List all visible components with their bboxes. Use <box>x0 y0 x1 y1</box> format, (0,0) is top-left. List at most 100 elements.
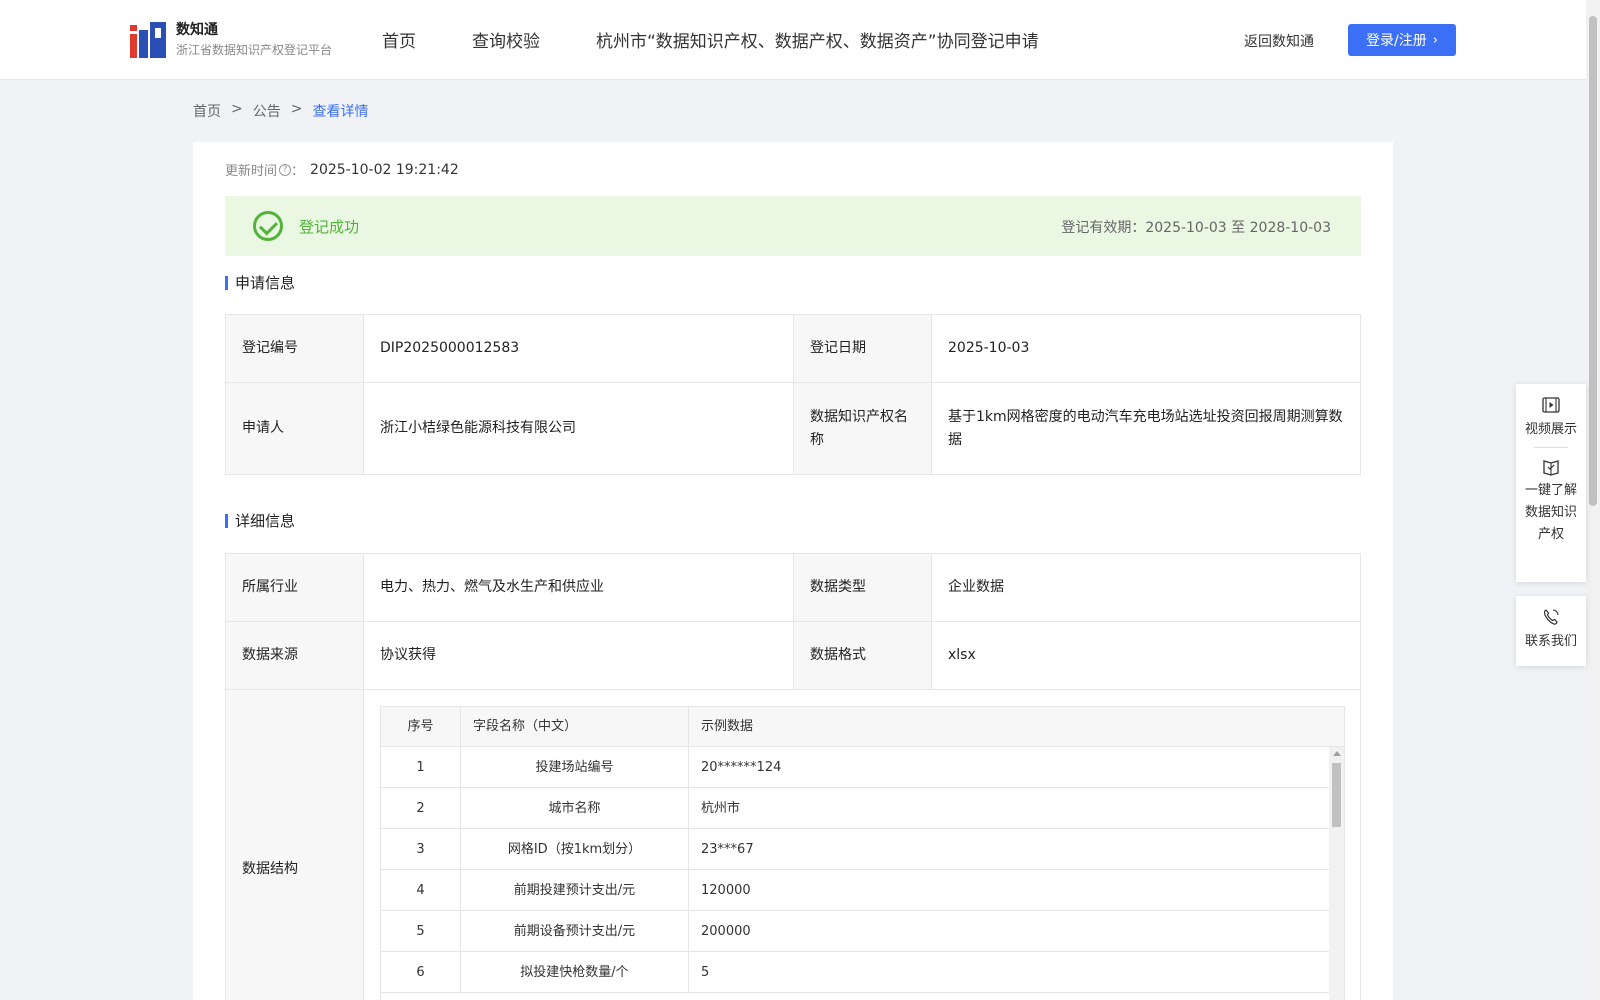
industry-value: 电力、热力、燃气及水生产和供应业 <box>363 553 794 622</box>
ip-name-label: 数据知识产权名称 <box>793 382 932 475</box>
row-index: 4 <box>381 870 461 910</box>
row-field-name: 前期投建预计支出/元 <box>461 870 689 910</box>
phone-icon <box>1543 609 1559 625</box>
details-section-title: 详细信息 <box>225 510 295 531</box>
data-type-label: 数据类型 <box>793 553 932 622</box>
row-sample-data: 200000 <box>701 923 751 939</box>
learn-ip-button[interactable]: 一键了解数据知识产权 <box>1516 458 1586 546</box>
update-time-sep: ： <box>291 164 305 179</box>
application-section-title: 申请信息 <box>225 272 295 293</box>
industry-label: 所属行业 <box>225 553 364 622</box>
row-index: 6 <box>381 952 461 992</box>
breadcrumb: 首页 > 公告 > 查看详情 <box>193 101 368 121</box>
details-info-table: 所属行业 电力、热力、燃气及水生产和供应业 数据类型 企业数据 数据来源 协议获… <box>225 553 1361 1000</box>
nav-home[interactable]: 首页 <box>382 27 416 52</box>
row-sample-data: 5 <box>701 964 710 980</box>
chevron-right-icon: › <box>1432 32 1438 48</box>
row-field-name: 城市名称 <box>461 788 689 828</box>
video-label: 视频展示 <box>1524 422 1577 437</box>
validity-to: 至 <box>1231 220 1246 236</box>
col-field-name: 字段名称（中文） <box>461 707 689 746</box>
video-icon <box>1542 397 1560 413</box>
validity-end: 2028-10-03 <box>1249 220 1331 236</box>
book-icon <box>1543 460 1559 476</box>
table-row: 6 拟投建快枪数量/个 5 <box>381 952 1331 993</box>
video-showcase-button[interactable]: 视频展示 <box>1516 396 1586 437</box>
breadcrumb-announcement[interactable]: 公告 <box>253 101 281 121</box>
check-circle-icon <box>253 211 283 241</box>
col-index: 序号 <box>381 707 461 746</box>
applicant-label: 申请人 <box>225 382 364 475</box>
nav-query-verify[interactable]: 查询校验 <box>472 27 540 52</box>
brand-subtitle: 浙江省数据知识产权登记平台 <box>176 43 333 57</box>
structure-header: 序号 字段名称（中文） 示例数据 <box>381 707 1344 747</box>
breadcrumb-separator: > <box>231 101 243 117</box>
scroll-up-arrow-icon[interactable] <box>1333 751 1341 756</box>
detail-card: 更新时间 ? ： 2025-10-02 19:21:42 登记成功 登记有效期：… <box>193 142 1393 1000</box>
structure-body: 1 投建场站编号 20******124 2 城市名称 杭州市 3 网格ID（按1km划分） 2… <box>381 747 1344 993</box>
row-field-name: 拟投建快枪数量/个 <box>461 952 689 992</box>
structure-table: 序号 字段名称（中文） 示例数据 1 投建场站编号 20******124 2 城市名称… <box>380 706 1345 1000</box>
brand-name: 数知通 <box>176 22 218 38</box>
breadcrumb-current: 查看详情 <box>312 104 369 120</box>
table-row: 5 前期设备预计支出/元 200000 <box>381 911 1331 952</box>
learn-ip-label: 一键了解数据知识产权 <box>1524 483 1577 542</box>
row-index: 5 <box>381 911 461 951</box>
structure-cell: 序号 字段名称（中文） 示例数据 1 投建场站编号 20******124 2 城市名称… <box>363 689 1361 1000</box>
row-sample-data: 23***67 <box>701 841 754 857</box>
reg-date-label: 登记日期 <box>793 314 932 383</box>
data-type-value: 企业数据 <box>931 553 1361 622</box>
help-icon[interactable]: ? <box>279 163 292 176</box>
source-label: 数据来源 <box>225 621 364 690</box>
validity-label: 登记有效期： <box>1061 220 1146 236</box>
contact-us-button[interactable]: 联系我们 <box>1516 608 1586 649</box>
row-field-name: 投建场站编号 <box>461 747 689 787</box>
table-row: 4 前期投建预计支出/元 120000 <box>381 870 1331 911</box>
applicant-value: 浙江小桔绿色能源科技有限公司 <box>363 382 794 475</box>
structure-scrollbar[interactable] <box>1329 747 1344 1000</box>
breadcrumb-separator: > <box>290 101 303 117</box>
source-value: 协议获得 <box>363 621 794 690</box>
reg-date-value: 2025-10-03 <box>931 314 1361 383</box>
validity-start: 2025-10-03 <box>1145 220 1227 236</box>
reg-no-value: DIP2025000012583 <box>363 314 794 383</box>
update-time-label: 更新时间 <box>225 164 278 179</box>
table-row: 1 投建场站编号 20******124 <box>381 747 1331 788</box>
row-sample-data: 120000 <box>701 882 751 898</box>
logo-icon <box>130 20 166 58</box>
reg-no-label: 登记编号 <box>225 314 364 383</box>
contact-us-label: 联系我们 <box>1524 634 1577 649</box>
update-time-value: 2025-10-02 19:21:42 <box>310 161 459 178</box>
row-index: 3 <box>381 829 461 869</box>
page-scrollbar-thumb[interactable] <box>1589 16 1597 506</box>
status-banner: 登记成功 登记有效期：2025-10-03 至 2028-10-03 <box>225 196 1361 256</box>
login-register-button[interactable]: 登录/注册 › <box>1348 24 1456 56</box>
table-row: 3 网格ID（按1km划分） 23***67 <box>381 829 1331 870</box>
row-index: 2 <box>381 788 461 828</box>
col-sample-data: 示例数据 <box>701 719 754 734</box>
row-field-name: 网格ID（按1km划分） <box>461 829 689 869</box>
side-panel-top: 视频展示 一键了解数据知识产权 <box>1516 384 1586 582</box>
row-index: 1 <box>381 747 461 787</box>
main-nav: 首页 查询校验 杭州市“数据知识产权、数据产权、数据资产”协同登记申请 <box>382 27 1095 52</box>
row-sample-data: 20******124 <box>701 759 782 775</box>
ip-name-value: 基于1km网格密度的电动汽车充电场站选址投资回报周期测算数据 <box>931 382 1361 475</box>
login-register-label: 登录/注册 <box>1366 33 1427 49</box>
structure-scrollbar-thumb[interactable] <box>1332 763 1341 827</box>
status-text: 登记成功 <box>299 217 360 236</box>
row-field-name: 前期设备预计支出/元 <box>461 911 689 951</box>
nav-hangzhou-registration[interactable]: 杭州市“数据知识产权、数据产权、数据资产”协同登记申请 <box>596 27 1039 52</box>
breadcrumb-home[interactable]: 首页 <box>193 101 221 121</box>
brand-logo[interactable]: 数知通 浙江省数据知识产权登记平台 <box>130 20 332 59</box>
page-scrollbar[interactable] <box>1586 0 1600 1000</box>
table-row: 2 城市名称 杭州市 <box>381 788 1331 829</box>
format-label: 数据格式 <box>793 621 932 690</box>
update-time: 更新时间 ? ： 2025-10-02 19:21:42 <box>225 160 459 180</box>
side-panel-contact: 联系我们 <box>1516 596 1586 666</box>
structure-label: 数据结构 <box>225 689 364 1000</box>
top-header: 数知通 浙江省数据知识产权登记平台 首页 查询校验 杭州市“数据知识产权、数据产… <box>0 0 1586 80</box>
validity-period: 登记有效期：2025-10-03 至 2028-10-03 <box>1061 217 1331 237</box>
format-value: xlsx <box>931 621 1361 690</box>
back-to-shuzhitong-link[interactable]: 返回数知通 <box>1244 31 1314 51</box>
row-sample-data: 杭州市 <box>701 800 741 816</box>
